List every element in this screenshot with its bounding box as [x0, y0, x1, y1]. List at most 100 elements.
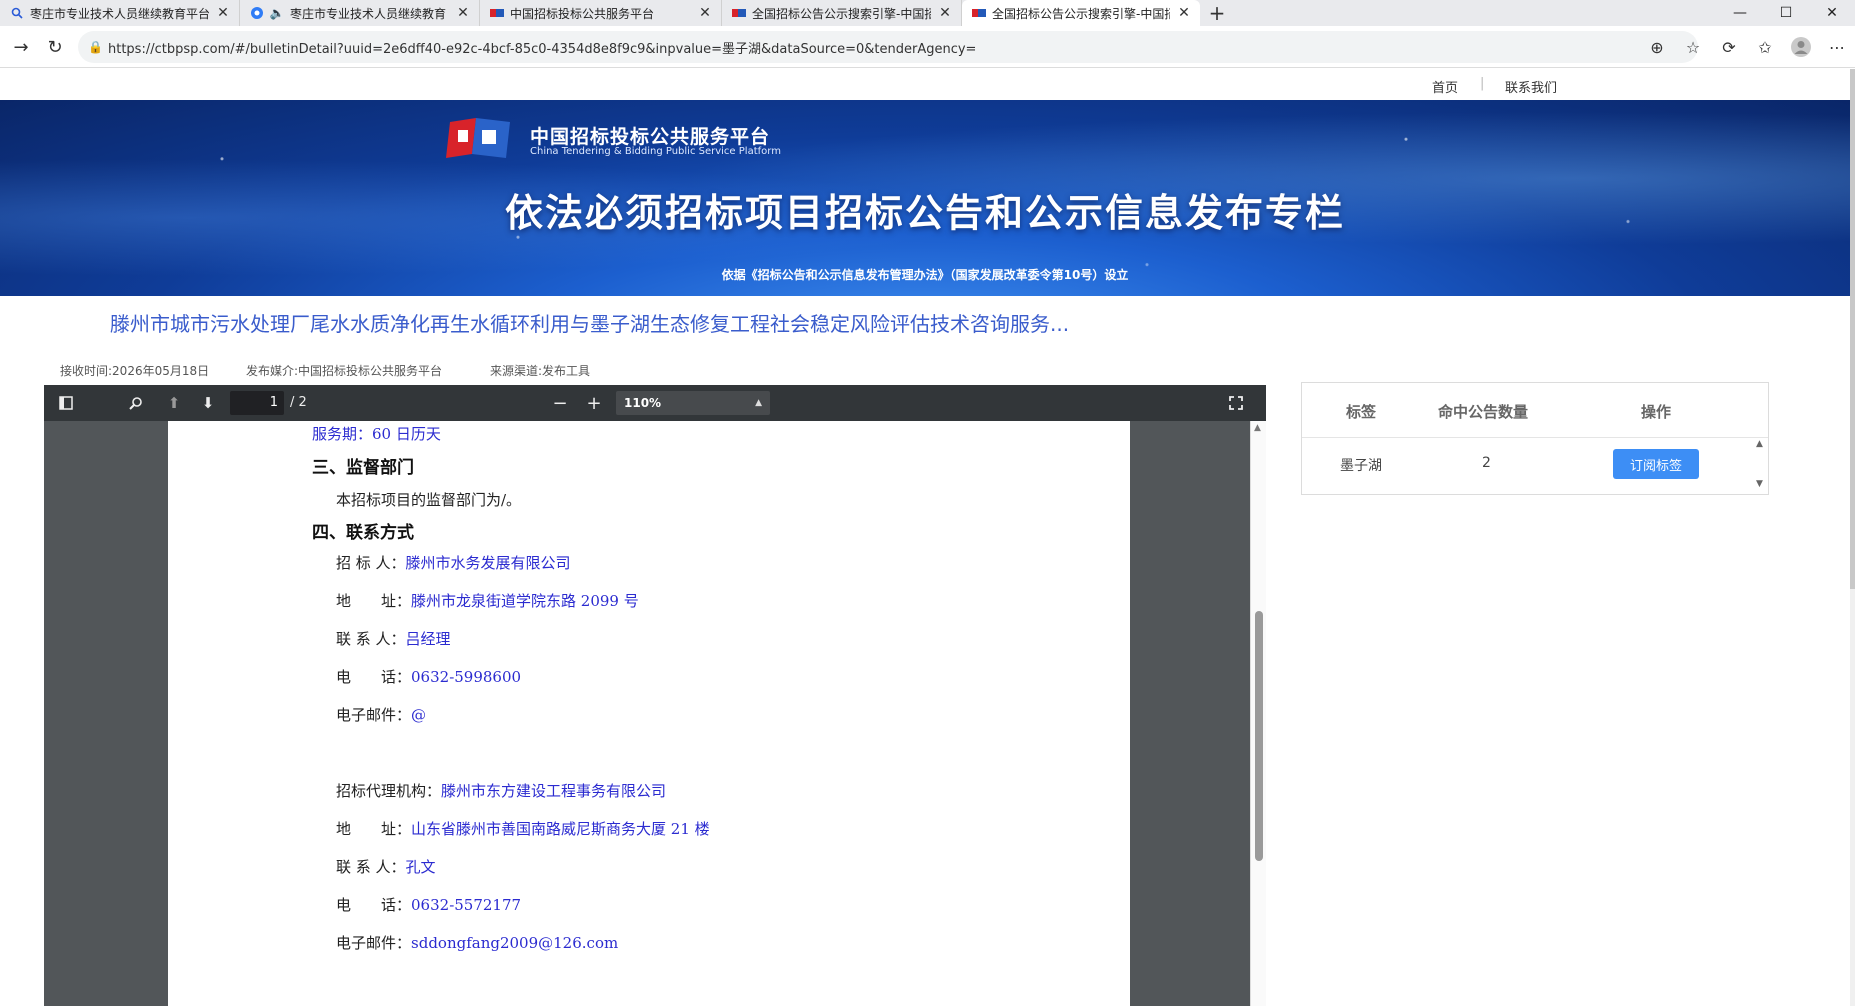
pdf-page: 服务期：60 日历天 三、监督部门 本招标项目的监督部门为/。 四、联系方式 招…	[168, 421, 1130, 1006]
contact-label: 联 系 人：	[336, 630, 406, 648]
more-menu-icon[interactable]: ⋯	[1819, 38, 1855, 57]
audio-playing-icon[interactable]: 🔈	[270, 6, 285, 20]
tenderer-contact-line: 联 系 人：吕经理	[336, 628, 451, 649]
maximize-icon[interactable]: ☐	[1763, 0, 1809, 26]
bulletin-title: 滕州市城市污水处理厂尾水水质净化再生水循环利用与墨子湖生态修复工程社会稳定风险评…	[110, 312, 1070, 336]
lock-icon[interactable]: 🔒	[88, 40, 108, 54]
url-text: https://ctbpsp.com/#/bulletinDetail?uuid…	[108, 41, 977, 57]
page-scroll-thumb[interactable]	[1850, 69, 1855, 589]
tenderer-line: 招 标 人：滕州市水务发展有限公司	[336, 552, 571, 573]
pdf-scrollbar[interactable]: ▲	[1250, 421, 1266, 1006]
banner-headline: 依法必须招标项目招标公告和公示信息发布专栏	[504, 191, 1345, 235]
browser-tab-strip: 枣庄市专业技术人员继续教育平台 ✕ 🔈 枣庄市专业技术人员继续教育 ✕ 中国招标…	[0, 0, 1855, 26]
pdf-viewer: ⬆ ⬇ 1 / 2 − + 110% ▲ 服务期：60 日历天 三、监督部门 本…	[44, 385, 1266, 1006]
browser-tab[interactable]: 枣庄市专业技术人员继续教育平台 ✕	[0, 0, 240, 26]
zoom-icon[interactable]: ⊕	[1639, 38, 1675, 57]
page-scrollbar[interactable]	[1850, 69, 1855, 1006]
email-value: @	[411, 706, 427, 724]
tab-title: 中国招标投标公共服务平台	[510, 6, 655, 21]
tenderer-phone-line: 电 话：0632-5998600	[336, 666, 521, 687]
source-channel: 来源渠道:发布工具	[490, 364, 591, 378]
tab-close-icon[interactable]: ✕	[697, 5, 713, 21]
nav-contact-link[interactable]: 联系我们	[1505, 77, 1557, 96]
tab-close-icon[interactable]: ✕	[455, 5, 471, 21]
next-page-icon[interactable]: ⬇	[198, 393, 218, 413]
close-window-icon[interactable]: ✕	[1809, 0, 1855, 26]
agency-phone-line: 电 话：0632-5572177	[336, 894, 521, 915]
reload-icon[interactable]: ↻	[38, 30, 72, 64]
tab-title: 全国招标公告公示搜索引擎-中国招	[752, 6, 931, 21]
search-icon	[10, 6, 24, 20]
scroll-down-arrow-icon[interactable]: ▼	[1756, 479, 1763, 489]
agency-email-line: 电子邮件：sddongfang2009@126.com	[336, 932, 618, 953]
address-label: 地 址：	[336, 820, 412, 838]
browser-tab-active[interactable]: 全国招标公告公示搜索引擎-中国招 ✕	[962, 0, 1200, 26]
contact-value: 孔文	[405, 858, 436, 876]
tab-close-icon[interactable]: ✕	[937, 5, 953, 21]
logo-title-cn: 中国招标投标公共服务平台	[530, 126, 771, 148]
service-period-label: 服务期：	[312, 425, 373, 443]
zoom-value: 110%	[624, 396, 662, 410]
tab-title: 枣庄市专业技术人员继续教育平台	[30, 6, 209, 21]
header-action: 操作	[1641, 403, 1672, 421]
zoom-in-icon[interactable]: +	[584, 393, 604, 414]
nav-separator: |	[1480, 76, 1485, 91]
ctbpsp-logo-icon	[972, 6, 986, 20]
browser-tab[interactable]: 🔈 枣庄市专业技术人员继续教育 ✕	[240, 0, 480, 26]
pdf-scroll-thumb[interactable]	[1255, 611, 1263, 861]
address-label: 地 址：	[336, 592, 412, 610]
new-tab-icon[interactable]: +	[1200, 0, 1234, 26]
tab-close-icon[interactable]: ✕	[215, 5, 231, 21]
contact-value: 吕经理	[405, 630, 451, 648]
fullscreen-icon[interactable]	[1226, 393, 1246, 413]
find-icon[interactable]	[126, 393, 146, 413]
tab-title: 枣庄市专业技术人员继续教育	[290, 6, 447, 21]
profile-avatar-icon[interactable]	[1783, 36, 1819, 58]
header-tag: 标签	[1346, 403, 1377, 421]
banner-basis: 依据《招标公告和公示信息发布管理办法》（国家发展改革委令第10号）设立	[721, 268, 1129, 282]
address-value: 山东省滕州市善国南路威尼斯商务大厦 21 楼	[411, 820, 710, 838]
header-hit-count: 命中公告数量	[1438, 403, 1529, 421]
page-total: / 2	[290, 395, 307, 410]
url-field[interactable]: 🔒 https://ctbpsp.com/#/bulletinDetail?uu…	[78, 31, 1698, 63]
nav-home-link[interactable]: 首页	[1432, 77, 1458, 96]
subscribe-tag-button[interactable]: 订阅标签	[1613, 449, 1699, 479]
site-banner: 中国招标投标公共服务平台 China Tendering & Bidding P…	[0, 100, 1850, 296]
hit-count-cell: 2	[1482, 455, 1491, 471]
zoom-out-icon[interactable]: −	[550, 393, 570, 414]
email-label: 电子邮件：	[336, 706, 412, 724]
tag-cell: 墨子湖	[1340, 458, 1382, 474]
ctbpsp-logo-icon	[490, 6, 504, 20]
received-time: 接收时间:2026年05月18日	[60, 364, 210, 378]
tab-close-icon[interactable]: ✕	[1176, 5, 1192, 21]
scroll-up-arrow-icon[interactable]: ▲	[1254, 423, 1261, 433]
favorite-star-icon[interactable]: ☆	[1675, 38, 1711, 57]
supervision-text: 本招标项目的监督部门为/。	[336, 491, 522, 509]
tag-subscription-panel: 标签 命中公告数量 操作 墨子湖 2 订阅标签 ▲ ▼	[1301, 382, 1769, 495]
section-contact-heading: 四、联系方式	[312, 523, 414, 543]
zoom-select[interactable]: 110% ▲	[616, 391, 770, 415]
tenderer-value: 滕州市水务发展有限公司	[405, 554, 571, 572]
address-bar-row: → ↻ 🔒 https://ctbpsp.com/#/bulletinDetai…	[0, 26, 1855, 68]
select-caret-icon: ▲	[755, 398, 762, 408]
previous-page-icon[interactable]: ⬆	[164, 393, 184, 413]
edge-icon	[250, 6, 264, 20]
page-number-input[interactable]: 1	[230, 391, 284, 415]
phone-label: 电 话：	[336, 668, 412, 686]
agency-label: 招标代理机构：	[336, 782, 442, 800]
site-logo-icon[interactable]	[446, 116, 514, 160]
tenderer-email-line: 电子邮件：@	[336, 704, 426, 725]
extensions-icon[interactable]: ⟳	[1711, 38, 1747, 57]
tenderer-address-line: 地 址：滕州市龙泉街道学院东路 2099 号	[336, 590, 639, 611]
browser-tab[interactable]: 中国招标投标公共服务平台 ✕	[480, 0, 722, 26]
service-period-value: 60 日历天	[372, 425, 441, 443]
ctbpsp-logo-icon	[732, 6, 746, 20]
browser-tab[interactable]: 全国招标公告公示搜索引擎-中国招 ✕	[722, 0, 962, 26]
sidebar-toggle-icon[interactable]	[56, 393, 76, 413]
favorites-list-icon[interactable]: ✩	[1747, 38, 1783, 57]
section-supervision-heading: 三、监督部门	[312, 458, 414, 478]
minimize-icon[interactable]: —	[1717, 0, 1763, 26]
forward-arrow-icon[interactable]: →	[4, 30, 38, 64]
scroll-up-arrow-icon[interactable]: ▲	[1756, 439, 1763, 449]
top-nav: 首页 | 联系我们	[0, 69, 1855, 100]
